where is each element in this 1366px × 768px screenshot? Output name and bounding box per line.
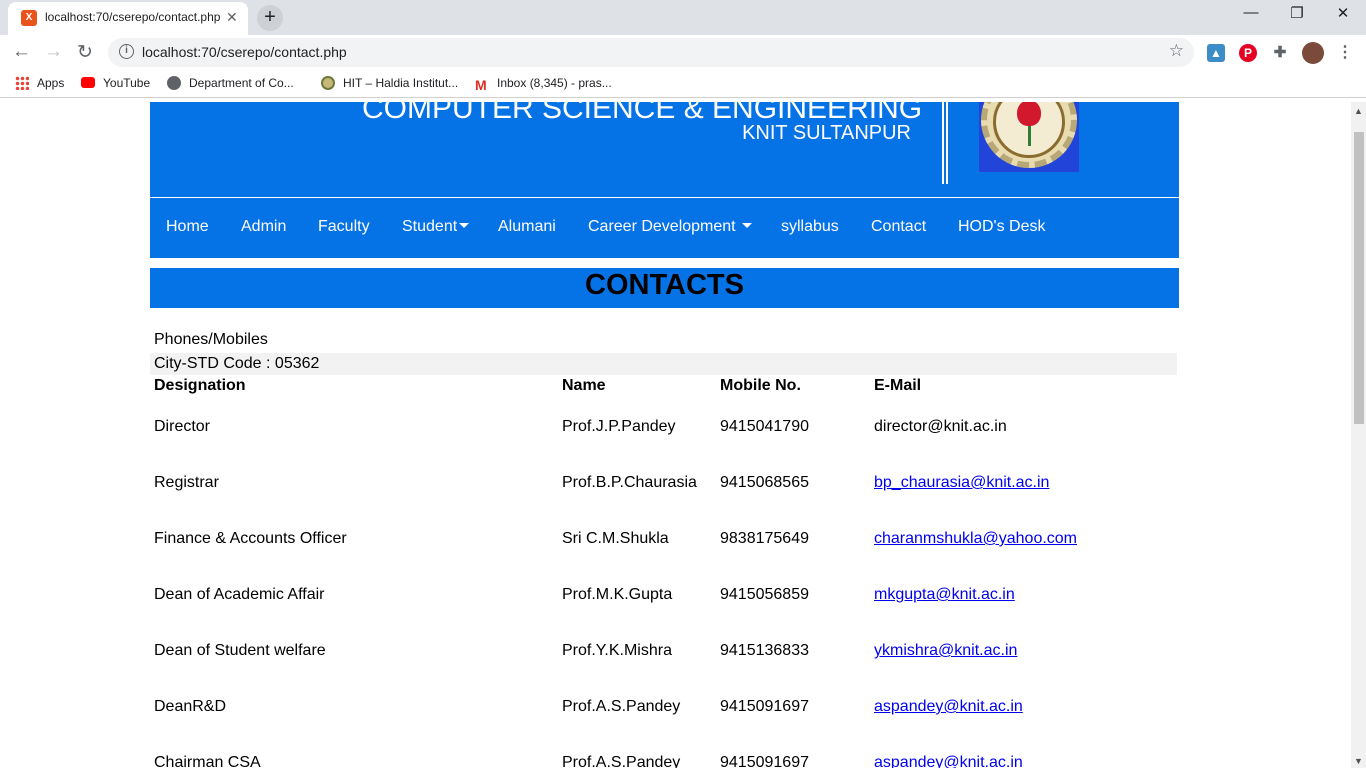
bookmark-youtube[interactable]: YouTube xyxy=(81,76,150,90)
profile-avatar[interactable] xyxy=(1302,42,1324,64)
col-header-name: Name xyxy=(562,377,606,394)
main-nav: Home Admin Faculty Student Alumani Caree… xyxy=(150,198,1179,258)
cell-mobile: 9415041790 xyxy=(720,418,809,435)
tab-close-icon[interactable]: ✕ xyxy=(226,9,238,26)
address-url[interactable]: localhost:70/cserepo/contact.php xyxy=(142,44,347,60)
cell-mobile: 9415091697 xyxy=(720,698,809,715)
col-header-designation: Designation xyxy=(154,377,246,394)
email-link[interactable]: ykmishra@knit.ac.in xyxy=(874,642,1017,660)
bookmark-inbox[interactable]: M Inbox (8,345) - pras... xyxy=(475,76,612,92)
email-link[interactable]: bp_chaurasia@knit.ac.in xyxy=(874,474,1049,492)
xampp-favicon-icon: X xyxy=(21,10,37,26)
apps-grid-icon xyxy=(15,76,29,90)
std-code: City-STD Code : 05362 xyxy=(150,353,1177,375)
knit-logo-icon xyxy=(979,102,1079,172)
cell-mobile: 9838175649 xyxy=(720,530,809,547)
gmail-icon: M xyxy=(475,77,487,93)
extensions-puzzle-icon[interactable]: ✚ xyxy=(1271,44,1289,62)
cell-designation: Chairman CSA xyxy=(154,754,261,768)
youtube-icon xyxy=(81,77,95,88)
forward-arrow-icon[interactable]: → xyxy=(44,41,63,63)
cell-designation: Finance & Accounts Officer xyxy=(154,530,347,547)
reload-icon[interactable]: ↻ xyxy=(77,41,93,64)
cell-name: Prof.J.P.Pandey xyxy=(562,418,676,435)
site-header: COMPUTER SCIENCE & ENGINEERING KNIT SULT… xyxy=(150,102,1179,197)
scrollbar-thumb[interactable] xyxy=(1354,132,1364,424)
cell-designation: Dean of Student welfare xyxy=(154,642,326,659)
bookmark-department[interactable]: Department of Co... xyxy=(167,76,294,90)
nav-student-label: Student xyxy=(402,218,458,235)
bookmark-star-icon[interactable]: ☆ xyxy=(1169,41,1184,61)
page-scrollbar[interactable]: ▲ ▼ xyxy=(1351,102,1366,768)
nav-syllabus[interactable]: syllabus xyxy=(781,218,839,236)
contacts-heading-bar: CONTACTS xyxy=(150,268,1179,308)
hit-logo-icon xyxy=(321,76,335,90)
bookmark-apps[interactable]: Apps xyxy=(15,76,64,90)
cell-mobile: 9415068565 xyxy=(720,474,809,491)
page-viewport: COMPUTER SCIENCE & ENGINEERING KNIT SULT… xyxy=(0,102,1351,768)
nav-alumani[interactable]: Alumani xyxy=(498,218,556,236)
cell-name: Prof.A.S.Pandey xyxy=(562,754,681,768)
cell-name: Prof.Y.K.Mishra xyxy=(562,642,672,659)
col-header-email: E-Mail xyxy=(874,377,922,394)
caret-down-icon xyxy=(459,223,470,228)
cell-designation: Director xyxy=(154,418,211,435)
back-arrow-icon[interactable]: ← xyxy=(12,41,31,63)
address-bar[interactable]: i localhost:70/cserepo/contact.php ☆ xyxy=(108,38,1194,67)
restore-icon[interactable]: ❐ xyxy=(1274,4,1320,22)
chrome-menu-icon[interactable]: ⋮ xyxy=(1336,44,1354,62)
browser-tab[interactable]: X localhost:70/cserepo/contact.php ✕ xyxy=(8,2,248,35)
col-header-mobile: Mobile No. xyxy=(720,377,801,394)
cell-name: Sri C.M.Shukla xyxy=(562,530,669,547)
cell-mobile: 9415091697 xyxy=(720,754,809,768)
phones-label: Phones/Mobiles xyxy=(154,331,268,348)
minimize-icon[interactable]: — xyxy=(1228,4,1274,21)
extension-drive-icon[interactable]: ▲ xyxy=(1207,44,1225,62)
pinterest-icon[interactable]: P xyxy=(1239,44,1257,62)
cell-designation: Dean of Academic Affair xyxy=(154,586,325,603)
nav-home[interactable]: Home xyxy=(166,218,209,236)
email-link[interactable]: aspandey@knit.ac.in xyxy=(874,754,1023,768)
cell-name: Prof.M.K.Gupta xyxy=(562,586,673,603)
email-link[interactable]: mkgupta@knit.ac.in xyxy=(874,586,1015,604)
nav-student[interactable]: Student xyxy=(402,218,470,236)
cell-name: Prof.A.S.Pandey xyxy=(562,698,681,715)
new-tab-button[interactable]: + xyxy=(257,5,283,31)
logo-rose-stem xyxy=(1028,124,1031,146)
scroll-up-icon[interactable]: ▲ xyxy=(1354,106,1363,116)
nav-career-development[interactable]: Career Development xyxy=(588,218,753,236)
browser-toolbar: ← → ↻ i localhost:70/cserepo/contact.php… xyxy=(0,35,1366,70)
nav-faculty[interactable]: Faculty xyxy=(318,218,370,236)
nav-contact[interactable]: Contact xyxy=(871,218,926,236)
header-subtitle: KNIT SULTANPUR xyxy=(742,122,911,144)
globe-icon xyxy=(167,76,181,90)
cell-email: director@knit.ac.in xyxy=(874,418,1007,435)
site-info-icon[interactable]: i xyxy=(119,44,134,59)
cell-designation: DeanR&D xyxy=(154,698,227,715)
cell-name: Prof.B.P.Chaurasia xyxy=(562,474,697,491)
nav-admin[interactable]: Admin xyxy=(241,218,286,236)
email-link[interactable]: aspandey@knit.ac.in xyxy=(874,698,1023,716)
email-link[interactable]: charanmshukla@yahoo.com xyxy=(874,530,1077,548)
window-close-icon[interactable]: ✕ xyxy=(1320,4,1366,22)
header-divider-gap xyxy=(944,102,946,184)
browser-tab-strip: X localhost:70/cserepo/contact.php ✕ + —… xyxy=(0,0,1366,35)
nav-career-label: Career Development xyxy=(588,218,736,235)
bookmarks-bar: Apps YouTube Department of Co... HIT – H… xyxy=(0,70,1366,98)
scroll-down-icon[interactable]: ▼ xyxy=(1354,756,1363,766)
caret-down-icon xyxy=(742,223,753,228)
cell-mobile: 9415056859 xyxy=(720,586,809,603)
cell-designation: Registrar xyxy=(154,474,219,491)
logo-rose xyxy=(1017,102,1041,126)
tab-title: localhost:70/cserepo/contact.php xyxy=(45,10,220,24)
bookmark-hit[interactable]: HIT – Haldia Institut... xyxy=(321,76,458,90)
page-heading: CONTACTS xyxy=(585,269,744,301)
nav-hods-desk[interactable]: HOD's Desk xyxy=(958,218,1046,236)
cell-mobile: 9415136833 xyxy=(720,642,809,659)
